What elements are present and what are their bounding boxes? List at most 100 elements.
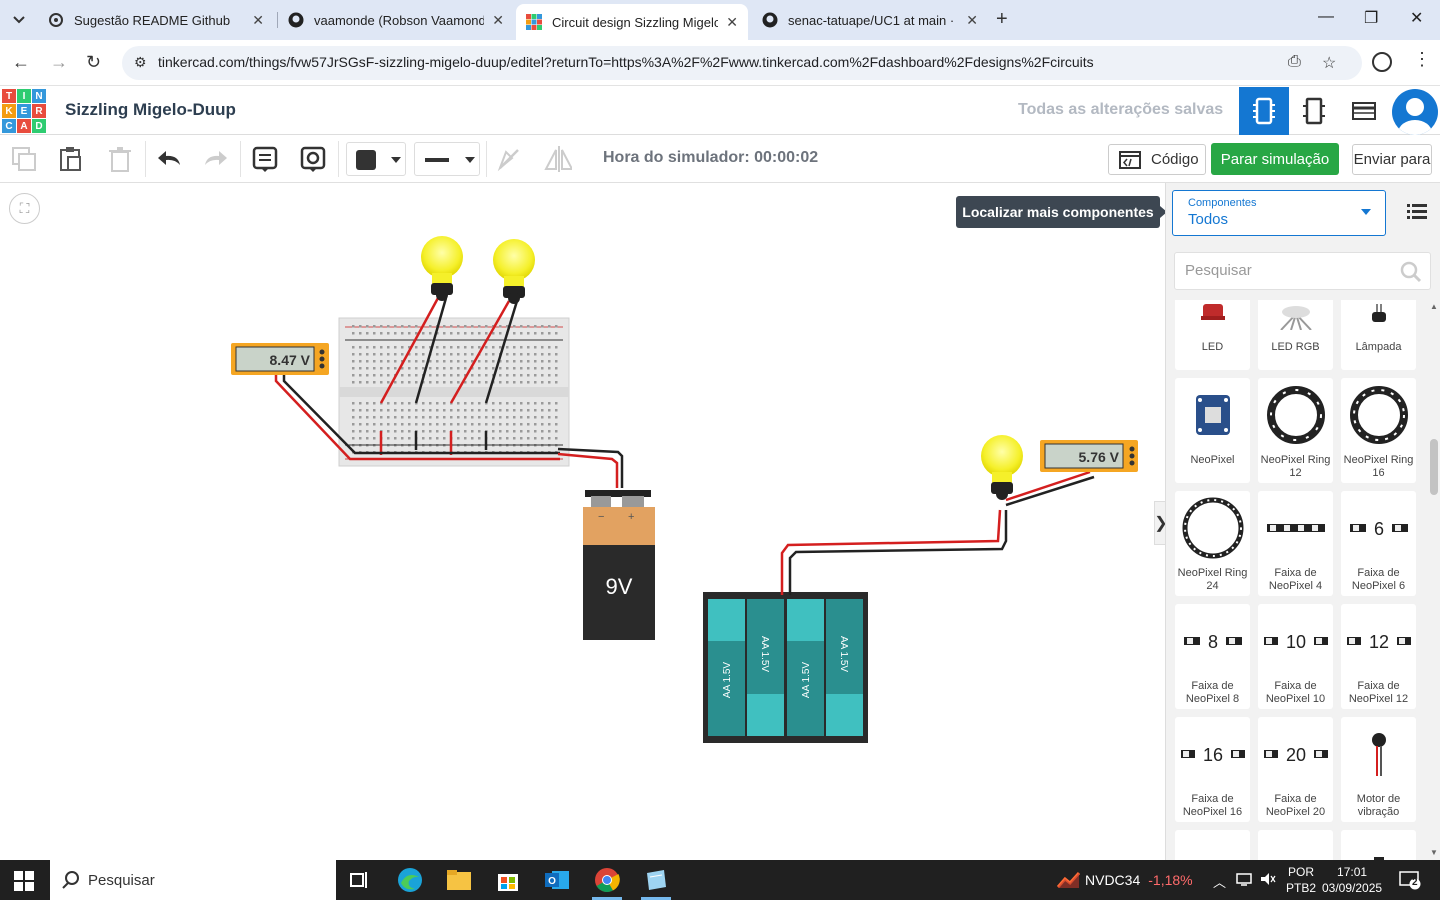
list-view-icon[interactable] [1407,203,1427,224]
stock-widget[interactable]: NVDC34 -1,18% [1085,872,1193,888]
notification-icon[interactable]: 2 [1399,870,1421,895]
undo-icon[interactable] [155,145,183,173]
profile-icon[interactable] [1372,52,1392,72]
browser-tab-4[interactable]: senac-tatuape/UC1 at main · G ✕ [752,4,988,36]
close-icon[interactable]: ✕ [492,12,504,29]
tab-search-icon[interactable] [6,8,32,32]
visibility-icon[interactable] [299,145,327,173]
neopixel-icon [1175,382,1250,448]
screen: Sugestão README Github ✕ vaamonde (Robso… [0,0,1440,900]
volume-icon[interactable] [1260,872,1276,889]
components-panel: Componentes Todos LED LED RGB Lâmpada [1165,183,1440,860]
forward-icon[interactable]: → [50,52,68,73]
chrome-icon[interactable] [591,866,623,894]
menu-icon[interactable]: ⋮ [1413,49,1431,70]
new-tab-button[interactable]: + [996,8,1008,31]
copy-icon[interactable] [10,145,38,173]
component-card-led[interactable]: LED [1175,300,1250,370]
install-icon[interactable]: ⎙ [1288,53,1301,71]
component-card-lamp[interactable]: Lâmpada [1341,300,1416,370]
clock-time: 17:01 [1337,865,1368,879]
browser-tab-3-active[interactable]: Circuit design Sizzling Migelo-D ✕ [516,4,748,40]
network-icon[interactable] [1236,872,1254,889]
task-view-icon[interactable] [344,866,376,894]
color-dropdown[interactable] [346,142,406,176]
circuit-canvas[interactable]: ⛶ Localizar mais componentes ❯ 8.47 V − … [0,183,1168,860]
component-card-neopixel-ring-24[interactable]: NeoPixel Ring 24 [1175,491,1250,596]
component-search-input[interactable] [1185,262,1385,279]
schematic-icon [1303,97,1325,125]
schematic-view-button[interactable] [1289,87,1339,135]
component-card-neopixel-strip-10[interactable]: 10 Faixa de NeoPixel 10 [1258,604,1333,709]
address-bar[interactable]: ⚙ tinkercad.com/things/fvw57JrSGsF-sizzl… [122,46,1362,80]
chevron-up-icon[interactable]: ︿ [1213,872,1226,891]
svg-text:AA 1.5V: AA 1.5V [838,636,849,672]
windows-start-icon[interactable] [14,871,34,896]
close-icon[interactable]: ✕ [726,14,738,31]
component-card-neopixel-ring-16[interactable]: NeoPixel Ring 16 [1341,378,1416,483]
component-card-neopixel-strip-6[interactable]: 6 Faixa de NeoPixel 6 [1341,491,1416,596]
user-avatar[interactable] [1392,89,1438,135]
component-card-partial[interactable] [1258,830,1333,860]
code-button[interactable]: Código [1108,144,1206,175]
trash-icon[interactable] [106,145,134,173]
component-card-neopixel-strip-4[interactable]: Faixa de NeoPixel 4 [1258,491,1333,596]
wire-type-dropdown[interactable] [414,142,480,176]
notepad-icon[interactable] [640,866,672,894]
flip-icon[interactable] [544,145,572,173]
svg-text:6: 6 [1373,519,1383,539]
stop-simulation-button[interactable]: Parar simulação [1211,143,1339,175]
ring-icon [1341,382,1416,448]
strip-icon [1258,495,1333,561]
site-settings-icon[interactable]: ⚙ [134,54,147,71]
component-card-vibration-motor[interactable]: Motor de vibração [1341,717,1416,822]
close-icon[interactable]: ✕ [252,12,264,29]
minimize-icon[interactable]: — [1318,8,1334,26]
component-card-neopixel-strip-16[interactable]: 16 Faixa de NeoPixel 16 [1175,717,1250,822]
tab-label: vaamonde (Robson Vaamonde) [314,12,485,28]
close-icon[interactable]: ✕ [966,12,978,29]
component-list-view-button[interactable] [1339,87,1389,135]
ring-icon [1175,495,1250,561]
component-card-neopixel[interactable]: NeoPixel [1175,378,1250,483]
edge-icon[interactable] [394,866,426,894]
component-card-neopixel-strip-20[interactable]: 20 Faixa de NeoPixel 20 [1258,717,1333,822]
browser-tab-1[interactable]: Sugestão README Github ✕ [38,4,274,36]
store-icon[interactable] [492,866,524,894]
reload-icon[interactable]: ↻ [86,52,101,73]
component-card-neopixel-strip-8[interactable]: 8 Faixa de NeoPixel 8 [1175,604,1250,709]
circuit-view-button[interactable] [1239,87,1289,135]
taskbar-search[interactable]: Pesquisar [50,860,336,900]
svg-text:+: + [628,511,634,523]
redo-icon[interactable] [202,145,230,173]
code-button-label: Código [1151,151,1199,168]
component-card-neopixel-ring-12[interactable]: NeoPixel Ring 12 [1258,378,1333,483]
component-card-rgb-led[interactable]: LED RGB [1258,300,1333,370]
star-icon[interactable]: ☆ [1322,53,1336,73]
browser-tab-2[interactable]: vaamonde (Robson Vaamonde) ✕ [278,4,514,36]
maximize-icon[interactable]: ❐ [1364,8,1378,28]
send-to-button[interactable]: Enviar para [1352,144,1432,175]
back-icon[interactable]: ← [12,52,30,73]
components-category-select[interactable]: Componentes Todos [1172,190,1386,236]
component-card-partial[interactable] [1175,830,1250,860]
taskbar-clock[interactable]: 17:01 03/09/2025 [1322,864,1382,896]
scrollbar[interactable]: ▲ ▼ [1428,300,1440,860]
file-explorer-icon[interactable] [443,866,475,894]
lamp-1 [421,236,463,301]
component-label: Faixa de NeoPixel 6 [1351,567,1406,592]
component-card-neopixel-strip-12[interactable]: 12 Faixa de NeoPixel 12 [1341,604,1416,709]
scroll-down-icon: ▼ [1430,848,1438,857]
notes-icon[interactable] [251,145,279,173]
paste-icon[interactable] [57,145,85,173]
input-language[interactable]: POR PTB2 [1286,864,1316,896]
svg-text:AA 1.5V: AA 1.5V [759,636,770,672]
tinkercad-logo[interactable]: T I N K E R C A D [2,89,46,133]
rotate-icon[interactable] [495,145,523,173]
svg-text:12: 12 [1368,632,1388,652]
window-close-icon[interactable]: ✕ [1410,8,1423,28]
project-title[interactable]: Sizzling Migelo-Duup [65,100,236,120]
outlook-icon[interactable]: O [541,866,573,894]
component-search[interactable] [1174,252,1431,290]
component-card-partial[interactable] [1341,830,1416,860]
